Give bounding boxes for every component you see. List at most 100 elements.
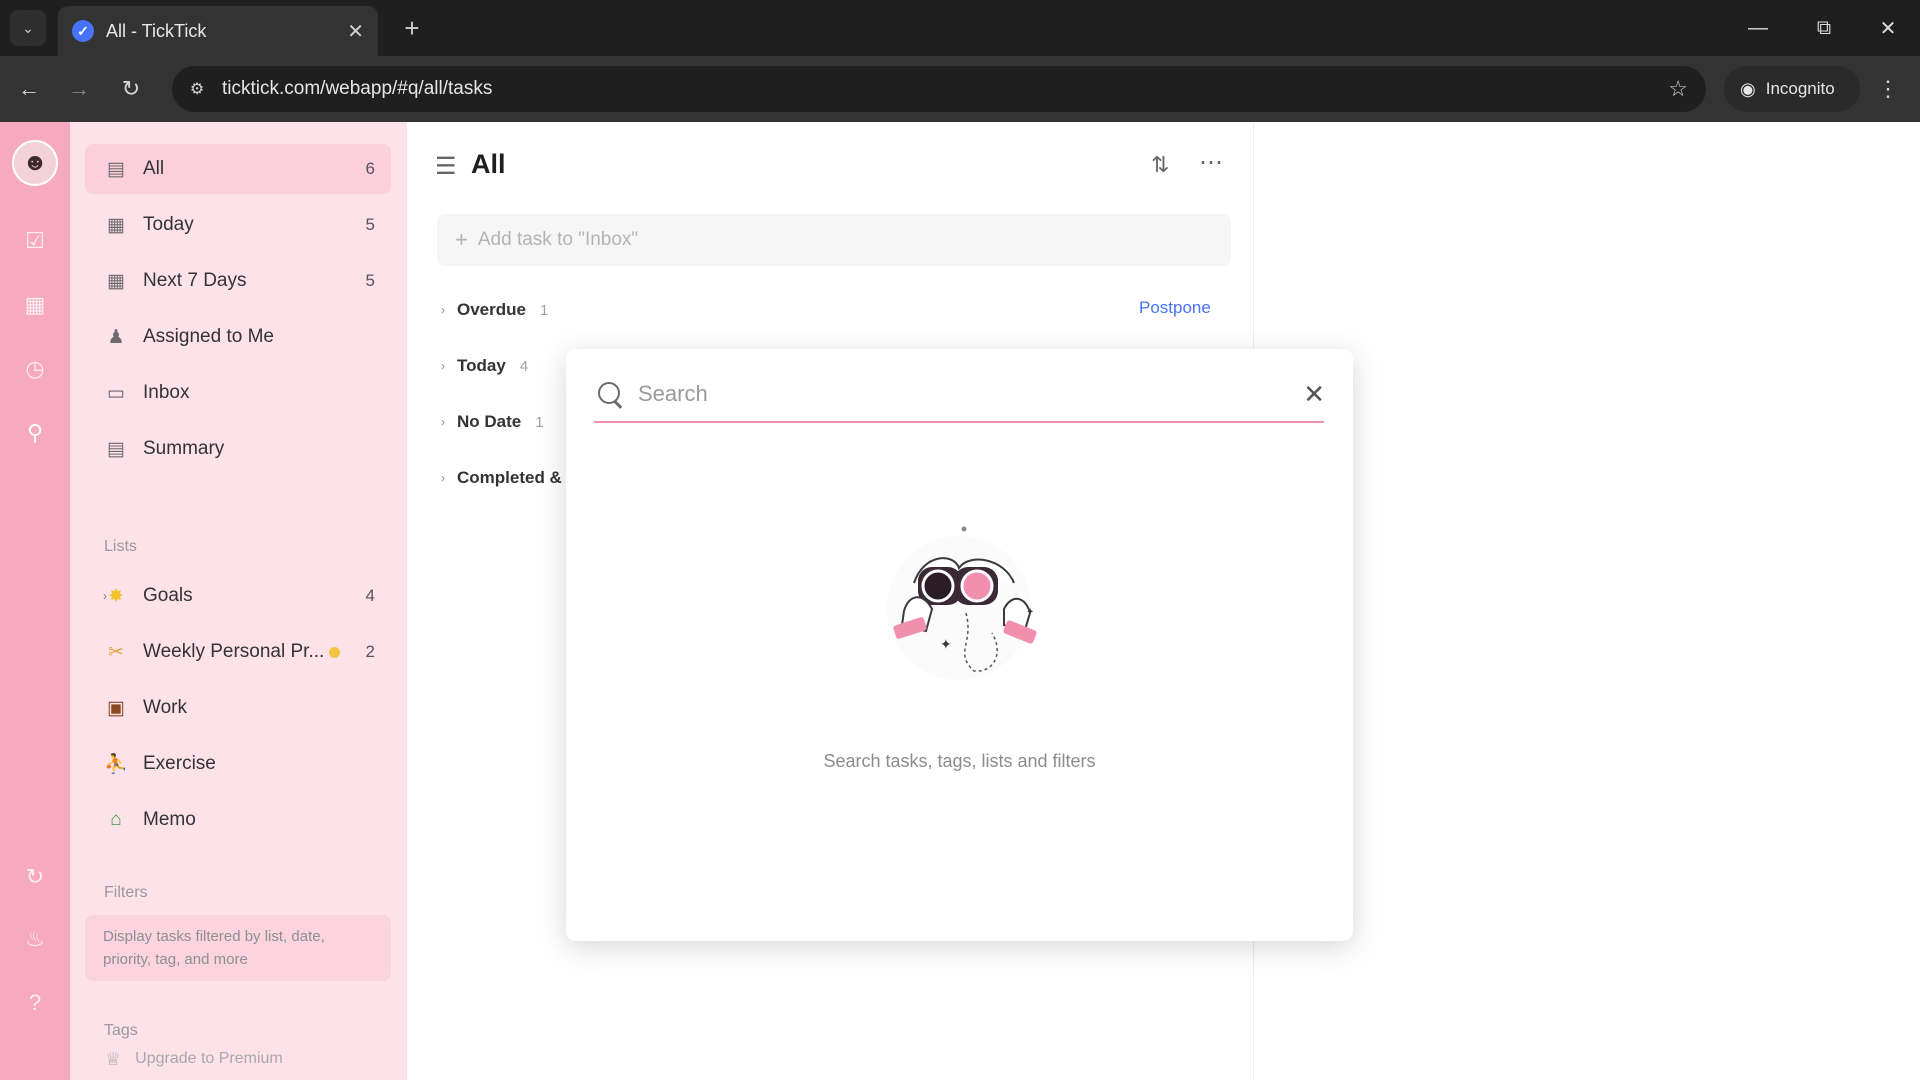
flex-arm-icon: ✂ bbox=[108, 641, 124, 663]
calendar-week-icon: ▦ bbox=[107, 270, 125, 292]
sidebar-item-today[interactable]: ▦ Today 5 bbox=[85, 200, 391, 250]
upgrade-premium-button[interactable]: ♕ Upgrade to Premium bbox=[85, 1038, 391, 1080]
back-button[interactable]: ← bbox=[12, 72, 46, 106]
group-count: 1 bbox=[535, 413, 544, 431]
plus-icon: + bbox=[455, 227, 468, 252]
sidebar-item-label: Inbox bbox=[143, 382, 190, 403]
sidebar-item-memo[interactable]: ⌂ Memo bbox=[85, 795, 391, 845]
runner-icon: ⛹ bbox=[104, 754, 128, 775]
arrow-left-icon: ← bbox=[18, 76, 40, 101]
sidebar-item-inbox[interactable]: ▭ Inbox bbox=[85, 368, 391, 418]
tasks-checkbox-icon[interactable]: ☑ bbox=[20, 226, 50, 256]
sync-icon[interactable]: ↻ bbox=[20, 862, 50, 892]
group-label: No Date bbox=[457, 412, 522, 431]
all-icon: ▤ bbox=[107, 158, 125, 180]
menu-toggle-icon[interactable]: ☰ bbox=[435, 152, 457, 181]
chevron-right-icon: › bbox=[441, 415, 445, 429]
group-no-date[interactable]: › No Date 1 bbox=[441, 407, 544, 437]
plus-icon: + bbox=[404, 12, 420, 43]
group-completed[interactable]: › Completed & W bbox=[441, 463, 583, 493]
sidebar-item-label: Next 7 Days bbox=[143, 270, 247, 291]
sidebar-item-summary[interactable]: ▤ Summary bbox=[85, 424, 391, 474]
sidebar-item-next-7-days[interactable]: ▦ Next 7 Days 5 bbox=[85, 256, 391, 306]
chevron-right-icon: › bbox=[441, 359, 445, 373]
app-icon-rail: ☻ ☑ ▦ ◷ ⚲ ↻ ♨ ? bbox=[0, 122, 70, 1080]
help-icon[interactable]: ? bbox=[20, 988, 50, 1018]
postpone-link[interactable]: Postpone bbox=[1139, 298, 1211, 318]
browser-tab[interactable]: ✓ All - TickTick ✕ bbox=[58, 6, 378, 56]
sidebar-item-label: Assigned to Me bbox=[143, 326, 274, 347]
premium-label: Upgrade to Premium bbox=[135, 1050, 283, 1067]
search-bar bbox=[594, 367, 1324, 423]
avatar[interactable]: ☻ bbox=[12, 140, 58, 186]
restore-icon: ⧉ bbox=[1816, 16, 1832, 39]
sidebar-item-goals[interactable]: › ✸ Goals 4 bbox=[85, 571, 391, 621]
calendar-icon[interactable]: ▦ bbox=[20, 290, 50, 320]
tab-search-button[interactable]: ⌄ bbox=[10, 10, 46, 46]
reload-button[interactable]: ↻ bbox=[114, 72, 148, 106]
sidebar-item-weekly-personal[interactable]: ✂ Weekly Personal Pr... 2 bbox=[85, 627, 391, 677]
person-icon: ♟ bbox=[107, 326, 125, 348]
minimize-button[interactable]: — bbox=[1738, 10, 1778, 46]
sidebar: ▤ All 6 ▦ Today 5 ▦ Next 7 Days 5 ♟ Assi… bbox=[70, 122, 407, 1080]
sidebar-item-label: All bbox=[143, 158, 165, 179]
group-count: 4 bbox=[519, 357, 529, 375]
chevron-right-icon: › bbox=[441, 303, 445, 317]
site-settings-icon[interactable]: ⚙ bbox=[182, 74, 212, 104]
more-horizontal-icon[interactable]: ⋯ bbox=[1199, 148, 1224, 177]
forward-button[interactable]: → bbox=[62, 72, 96, 106]
browser-menu-button[interactable]: ⋮ bbox=[1876, 74, 1900, 104]
close-icon[interactable]: ✕ bbox=[1303, 379, 1325, 410]
sidebar-item-label: Exercise bbox=[143, 753, 216, 774]
svg-text:✦: ✦ bbox=[940, 637, 952, 653]
sidebar-item-label: Work bbox=[143, 697, 187, 718]
sidebar-item-exercise[interactable]: ⛹ Exercise bbox=[85, 739, 391, 789]
incognito-label: Incognito bbox=[1765, 79, 1835, 98]
address-bar[interactable]: ⚙ ticktick.com/webapp/#q/all/tasks ☆ bbox=[172, 66, 1706, 112]
group-overdue[interactable]: › Overdue 1 bbox=[441, 295, 548, 325]
calendar-today-icon: ▦ bbox=[107, 214, 125, 236]
pomodoro-clock-icon[interactable]: ◷ bbox=[20, 354, 50, 384]
chevron-down-icon: ⌄ bbox=[22, 19, 34, 36]
sidebar-item-count: 5 bbox=[365, 215, 375, 234]
sort-icon[interactable]: ⇅ bbox=[1151, 152, 1169, 178]
bell-icon[interactable]: ♨ bbox=[20, 924, 50, 954]
search-input[interactable] bbox=[638, 381, 1258, 407]
group-label: Overdue bbox=[457, 300, 526, 319]
ticktick-favicon-icon: ✓ bbox=[72, 20, 94, 42]
new-tab-button[interactable]: + bbox=[396, 12, 428, 44]
house-icon: ⌂ bbox=[110, 809, 122, 830]
briefcase-icon: ▣ bbox=[107, 697, 125, 719]
lists-heading: Lists bbox=[104, 538, 137, 555]
minimize-icon: — bbox=[1748, 16, 1768, 39]
group-count: 1 bbox=[539, 301, 549, 319]
sidebar-item-work[interactable]: ▣ Work bbox=[85, 683, 391, 733]
arrow-right-icon: → bbox=[68, 76, 90, 101]
sidebar-item-count: 5 bbox=[365, 271, 375, 290]
svg-text:✦: ✦ bbox=[1026, 607, 1034, 618]
sidebar-item-count: 2 bbox=[365, 642, 375, 661]
chevron-right-icon[interactable]: › bbox=[103, 589, 107, 603]
sidebar-item-assigned-to-me[interactable]: ♟ Assigned to Me bbox=[85, 312, 391, 362]
sidebar-item-all[interactable]: ▤ All 6 bbox=[85, 144, 391, 194]
search-icon bbox=[594, 378, 626, 410]
add-task-input[interactable]: + Add task to "Inbox" bbox=[437, 214, 1231, 266]
tab-close-icon[interactable]: ✕ bbox=[347, 19, 364, 44]
incognito-icon: ◉ bbox=[1740, 78, 1756, 99]
sidebar-item-count: 4 bbox=[365, 586, 375, 605]
filters-hint: Display tasks filtered by list, date, pr… bbox=[85, 915, 391, 981]
url-text: ticktick.com/webapp/#q/all/tasks bbox=[222, 78, 493, 99]
incognito-indicator[interactable]: ◉ Incognito bbox=[1724, 66, 1860, 112]
search-dialog: ✕ ✦ ✦ Search tasks, tags, lists and filt… bbox=[566, 349, 1353, 941]
group-today[interactable]: › Today 4 bbox=[441, 351, 528, 381]
bookmark-star-icon[interactable]: ☆ bbox=[1668, 76, 1688, 102]
binoculars-illustration: ✦ ✦ bbox=[887, 526, 1037, 680]
restore-button[interactable]: ⧉ bbox=[1804, 10, 1844, 46]
search-hint: Search tasks, tags, lists and filters bbox=[823, 751, 1096, 771]
close-window-button[interactable]: ✕ bbox=[1868, 10, 1908, 46]
sidebar-item-label: Weekly Personal Pr... bbox=[143, 641, 325, 662]
search-icon[interactable]: ⚲ bbox=[20, 418, 50, 448]
group-label: Today bbox=[457, 356, 506, 375]
sidebar-item-label: Memo bbox=[143, 809, 196, 830]
sidebar-item-label: Summary bbox=[143, 438, 225, 459]
